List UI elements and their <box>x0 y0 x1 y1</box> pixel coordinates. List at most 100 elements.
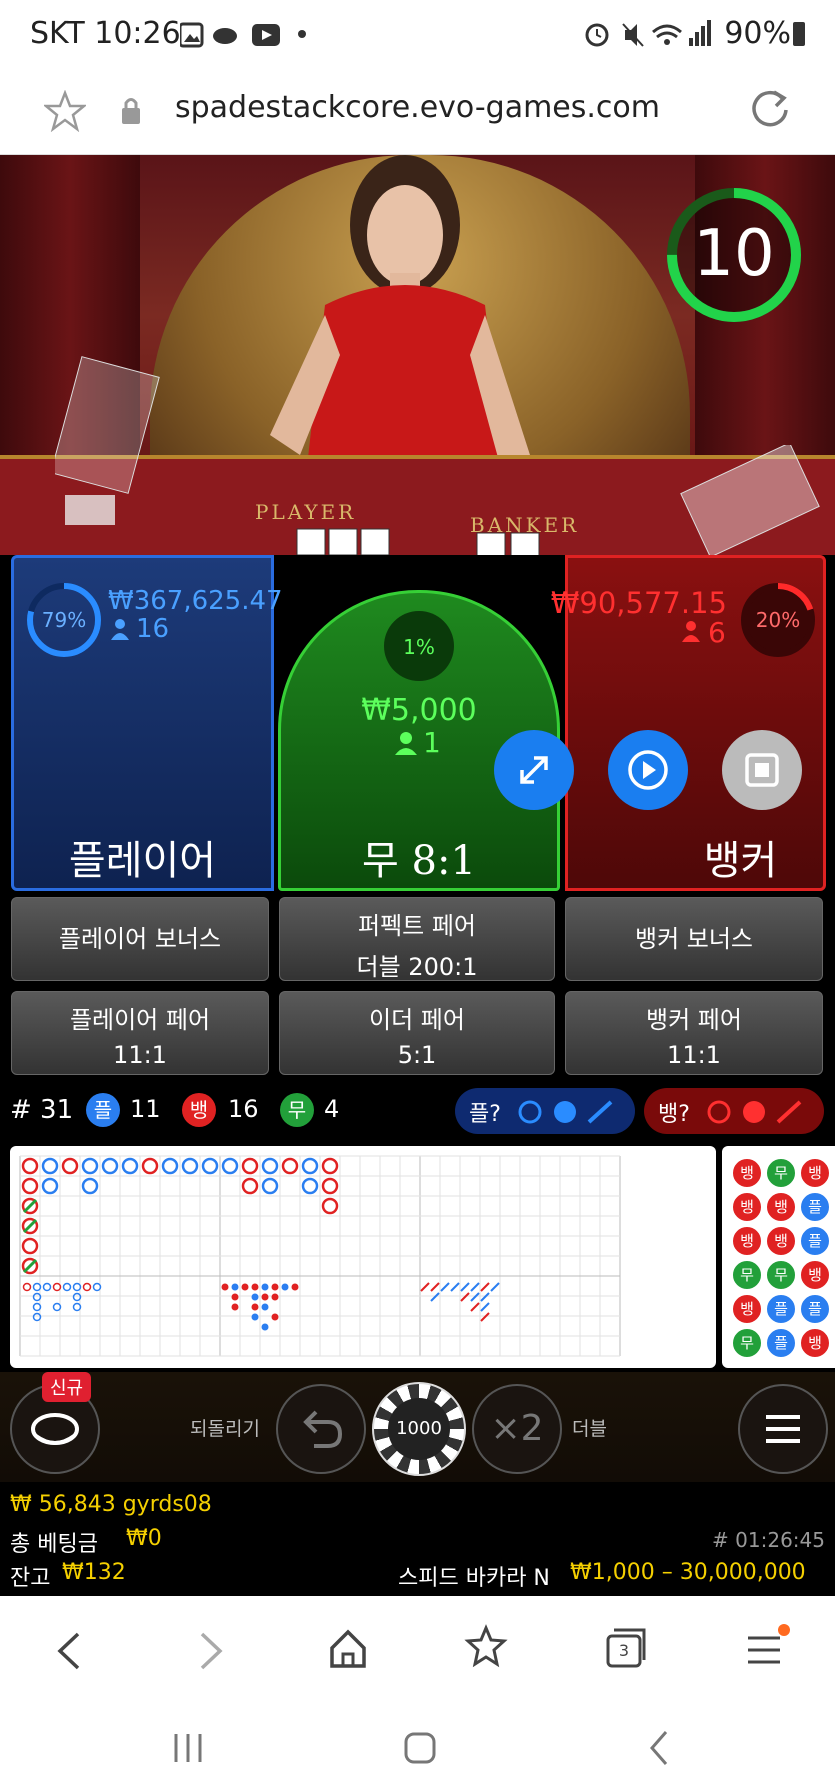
side-road-badge: 뱅 <box>800 1158 830 1188</box>
player-pair-button[interactable]: 플레이어 페어 11:1 <box>11 991 269 1075</box>
player-predict-label: 플? <box>469 1102 501 1127</box>
road-bead <box>21 1157 39 1175</box>
cockroach-mark <box>430 1292 440 1302</box>
road-bead <box>321 1197 339 1215</box>
stop-icon <box>745 753 779 787</box>
browser-url-bar: spadestackcore.evo-games.com <box>0 72 835 155</box>
user-icon <box>395 732 417 755</box>
side-road-badge: 뱅 <box>800 1328 830 1358</box>
banker-bonus-button[interactable]: 뱅커 보너스 <box>565 897 823 981</box>
cockroach-mark <box>450 1282 460 1292</box>
replay-button[interactable] <box>608 730 688 810</box>
tie-badge: 무 <box>280 1093 314 1127</box>
stats-row: # 31 플 11 뱅 16 무 4 플? 뱅? <box>0 1085 835 1137</box>
menu-button[interactable] <box>738 1384 828 1474</box>
cockroach-mark <box>480 1302 490 1312</box>
road-bead <box>221 1157 239 1175</box>
player-bonus-button[interactable]: 플레이어 보너스 <box>11 897 269 981</box>
road-bead <box>61 1157 79 1175</box>
road-bead <box>121 1157 139 1175</box>
url-text[interactable]: spadestackcore.evo-games.com <box>0 90 835 125</box>
road-bead <box>81 1157 99 1175</box>
either-pair-button[interactable]: 이더 페어 5:1 <box>279 991 555 1075</box>
back-icon[interactable] <box>48 1626 92 1676</box>
bet-limits: ₩1,000 – 30,000,000 <box>570 1560 806 1585</box>
table-name: 스피드 바카라 N <box>398 1566 550 1591</box>
small-road-mark <box>271 1293 279 1301</box>
player-cards <box>296 528 390 555</box>
small-road-mark <box>231 1303 239 1311</box>
big-eye-mark <box>72 1292 82 1302</box>
balance-label: 잔고 <box>10 1566 51 1591</box>
banker-predict-button[interactable]: 뱅? <box>644 1088 824 1134</box>
chip-selector[interactable]: 1000 <box>372 1382 466 1476</box>
road-map[interactable] <box>10 1146 716 1368</box>
bet-controls: 신규 되돌리기 1000 ×2 더블 <box>0 1372 835 1482</box>
table-label-player: PLAYER <box>255 500 357 524</box>
home-icon[interactable] <box>326 1624 370 1674</box>
undo-button[interactable] <box>276 1384 366 1474</box>
perfect-pair-button[interactable]: 퍼펙트 페어 더블 200:1 <box>279 897 555 981</box>
system-nav-bar <box>0 1706 835 1791</box>
live-dealer-video: PLAYER BANKER 10 <box>0 155 835 555</box>
big-eye-mark <box>32 1282 42 1292</box>
big-eye-mark <box>52 1282 62 1292</box>
player-wins: 11 <box>130 1095 161 1123</box>
road-bead <box>81 1177 99 1195</box>
prediction-icons <box>707 1100 802 1124</box>
side-road-map[interactable]: 뱅무뱅뱅뱅플뱅뱅플무무뱅뱅플플무플뱅 <box>722 1146 835 1368</box>
road-bead <box>301 1157 319 1175</box>
tie-count: 1 <box>423 726 441 759</box>
road-bead <box>21 1177 39 1195</box>
banker-pair-label: 뱅커 페어 <box>646 1006 742 1034</box>
big-eye-mark <box>72 1282 82 1292</box>
side-road-badge: 뱅 <box>732 1226 762 1256</box>
stop-button[interactable] <box>722 730 802 810</box>
side-road-badge: 플 <box>800 1226 830 1256</box>
reload-icon[interactable] <box>748 88 792 132</box>
big-eye-mark <box>32 1312 42 1322</box>
small-road-mark <box>251 1313 259 1321</box>
recent-apps-icon[interactable] <box>170 1728 210 1768</box>
small-road-mark <box>241 1283 249 1291</box>
banker-pair-button[interactable]: 뱅커 페어 11:1 <box>565 991 823 1075</box>
player-predict-button[interactable]: 플? <box>455 1088 635 1134</box>
big-eye-mark <box>92 1282 102 1292</box>
banker-cards <box>476 532 540 555</box>
player-bet-area[interactable]: 79% ₩367,625.47 16 플레이어 <box>11 555 283 891</box>
notification-icons <box>180 22 280 48</box>
undo-icon <box>303 1410 343 1448</box>
forward-icon[interactable] <box>188 1626 232 1676</box>
menu-icon[interactable] <box>742 1624 790 1674</box>
double-button[interactable]: ×2 <box>472 1384 562 1474</box>
dealer-image <box>270 155 530 485</box>
chip-value: 1000 <box>388 1398 450 1460</box>
system-back-icon[interactable] <box>640 1728 680 1768</box>
side-road-badge: 무 <box>766 1260 796 1290</box>
small-road-mark <box>251 1293 259 1301</box>
system-status-icons <box>585 20 711 47</box>
replay-icon <box>628 750 668 790</box>
side-road-badge: 플 <box>800 1192 830 1222</box>
account-footer: ₩ 56,843 gyrds08 총 베팅금 ₩0 잔고 ₩132 # 01:2… <box>0 1482 835 1596</box>
small-road-mark <box>261 1293 269 1301</box>
perfect-pair-label: 퍼펙트 페어 <box>357 912 477 940</box>
side-road-badge: 플 <box>766 1294 796 1324</box>
player-pair-odds: 11:1 <box>113 1041 167 1069</box>
bookmarks-icon[interactable] <box>464 1624 512 1674</box>
tie-label: 무 8:1 <box>362 838 476 884</box>
user-icon <box>111 619 129 640</box>
road-bead <box>101 1157 119 1175</box>
small-road-mark <box>261 1323 269 1331</box>
balance-value: ₩132 <box>62 1560 126 1585</box>
expand-icon <box>520 756 548 784</box>
big-eye-mark <box>32 1302 42 1312</box>
small-road-mark <box>291 1283 299 1291</box>
total-bet-value: ₩0 <box>126 1526 162 1551</box>
fullscreen-button[interactable] <box>494 730 574 810</box>
small-road-mark <box>251 1283 259 1291</box>
side-road-badge: 뱅 <box>732 1192 762 1222</box>
game-id: # 01:26:45 <box>712 1528 825 1552</box>
home-button-icon[interactable] <box>400 1728 440 1768</box>
banker-bet-area[interactable]: 20% ₩90,577.15 6 뱅커 <box>551 555 826 891</box>
